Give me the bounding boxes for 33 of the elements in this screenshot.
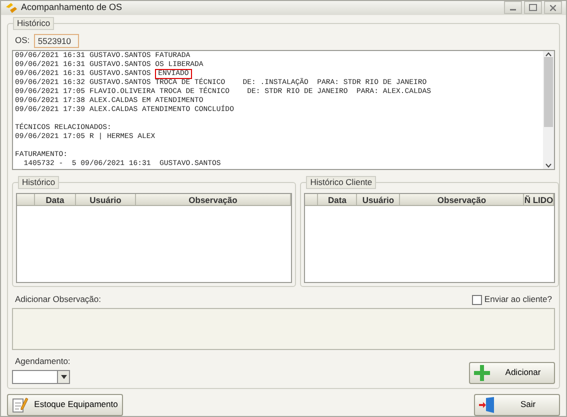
scheduling-label: Agendamento: <box>14 354 70 368</box>
column-header[interactable]: Observação <box>400 194 524 205</box>
notepad-pencil-icon <box>12 396 28 412</box>
scheduling-dropdown[interactable] <box>12 370 70 384</box>
observation-label: Adicionar Observação: <box>15 293 101 306</box>
close-icon <box>550 4 556 11</box>
close-button[interactable] <box>544 1 562 14</box>
group-legend: Histórico Cliente <box>306 176 376 189</box>
group-legend: Histórico <box>18 176 60 189</box>
maximize-icon <box>528 4 537 12</box>
send-checkbox[interactable] <box>472 294 482 305</box>
os-label: OS: <box>15 34 30 47</box>
window-title: Acompanhamento de OS <box>21 1 122 14</box>
column-header[interactable]: Data <box>318 194 358 205</box>
observation-field[interactable] <box>12 308 555 350</box>
plus-icon <box>474 364 490 380</box>
group-legend: Histórico <box>13 16 54 30</box>
maximize-button[interactable] <box>524 1 542 14</box>
caret-icon <box>60 374 66 378</box>
column-header[interactable]: Data <box>35 194 76 205</box>
exit-button[interactable]: Sair <box>474 394 560 416</box>
app-icon <box>5 2 18 14</box>
add-button[interactable]: Adicionar <box>469 362 555 384</box>
os-field[interactable]: 5523910 <box>34 34 79 48</box>
column-header[interactable]: Usuário <box>76 194 136 205</box>
scrollbar-thumb[interactable] <box>544 56 553 127</box>
column-header[interactable]: Observação <box>136 194 291 205</box>
send-label: Enviar ao cliente? <box>484 293 552 306</box>
stock-equipment-button[interactable]: Estoque Equipamento <box>7 394 123 416</box>
column-header[interactable]: Usuário <box>357 194 400 205</box>
door-exit-icon <box>479 396 495 412</box>
minimize-button[interactable] <box>504 1 522 14</box>
column-header[interactable]: Ñ LIDO <box>524 194 554 205</box>
